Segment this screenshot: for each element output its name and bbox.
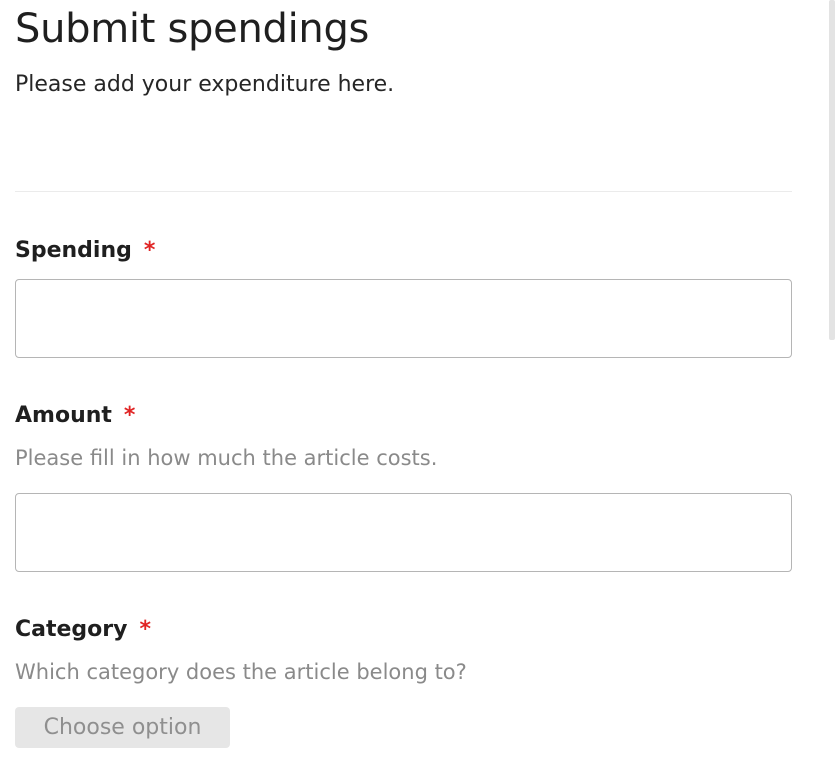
amount-hint: Please fill in how much the article cost…	[15, 446, 438, 470]
spending-label: Spending *	[15, 236, 155, 266]
category-label-text: Category	[15, 617, 128, 642]
section-divider	[15, 191, 792, 192]
amount-label-text: Amount	[15, 403, 112, 428]
amount-input[interactable]	[15, 493, 792, 572]
page-subtitle: Please add your expenditure here.	[15, 72, 395, 97]
page-scrollbar[interactable]	[829, 0, 835, 340]
amount-label: Amount *	[15, 401, 135, 431]
amount-required-marker: *	[123, 403, 136, 428]
spending-form: Submit spendings Please add your expendi…	[15, 0, 792, 748]
category-label: Category *	[15, 615, 151, 645]
spending-input[interactable]	[15, 279, 792, 358]
spending-label-text: Spending	[15, 238, 132, 263]
spending-required-marker: *	[143, 238, 156, 263]
category-required-marker: *	[139, 617, 151, 642]
page-title: Submit spendings	[15, 6, 370, 52]
category-hint: Which category does the article belong t…	[15, 660, 467, 684]
category-select-button[interactable]: Choose option	[15, 707, 230, 748]
